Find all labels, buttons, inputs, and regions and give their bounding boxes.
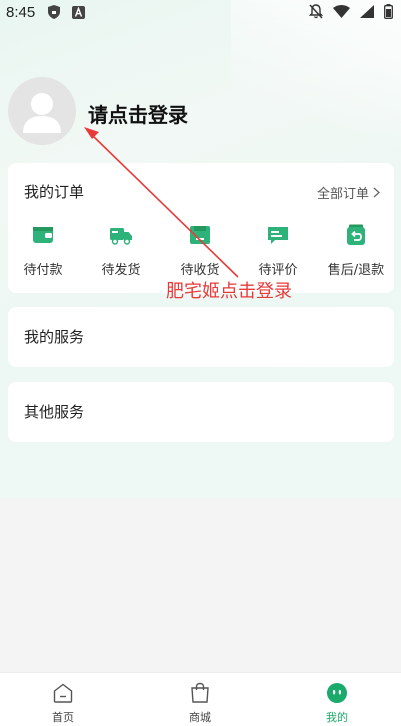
chevron-right-icon [373, 187, 380, 198]
order-pending-shipment[interactable]: 待发货 [86, 223, 156, 278]
annotation-text: 肥宅姬点击登录 [166, 281, 292, 302]
order-after-sales-label: 售后/退款 [327, 263, 385, 278]
tab-home[interactable]: 首页 [23, 681, 103, 725]
order-after-sales[interactable]: 售后/退款 [321, 223, 391, 278]
all-orders-label: 全部订单 [316, 187, 369, 202]
refund-icon [347, 224, 365, 245]
order-pending-review-label: 待评价 [258, 263, 298, 278]
order-pending-receipt-label: 待收货 [180, 263, 220, 278]
tab-mall[interactable]: 商城 [160, 681, 240, 725]
orders-title: 我的订单 [24, 183, 85, 201]
battery-icon [384, 4, 393, 23]
status-time: 8:45 [6, 3, 36, 21]
order-pending-shipment-label: 待发货 [101, 263, 141, 278]
status-icons [308, 4, 393, 23]
orders-card: 我的订单 全部订单 待付款 待发货 待收货 待评价 售后/退款 [8, 163, 394, 293]
mute-bell-icon [308, 4, 324, 23]
order-pending-payment-label: 待付款 [23, 263, 63, 278]
shield-icon [47, 5, 61, 19]
other-services-title: 其他服务 [24, 403, 85, 421]
tab-mall-label: 商城 [189, 711, 211, 724]
order-pending-receipt[interactable]: 待收货 [165, 223, 235, 278]
order-status-row: 待付款 待发货 待收货 待评价 售后/退款 [8, 223, 394, 283]
truck-icon [110, 228, 132, 245]
bottom-tab-bar: 首页 商城 我的 [0, 672, 401, 726]
user-placeholder-icon [23, 93, 61, 133]
box-icon [190, 226, 210, 244]
all-orders-link[interactable]: 全部订单 [317, 183, 380, 202]
home-icon [53, 683, 73, 703]
profile-icon [327, 683, 347, 703]
review-icon [268, 227, 288, 244]
other-services-card[interactable]: 其他服务 [8, 382, 394, 442]
wifi-icon [333, 5, 350, 22]
order-pending-review[interactable]: 待评价 [243, 223, 313, 278]
my-services-card[interactable]: 我的服务 [8, 307, 394, 367]
avatar[interactable] [8, 77, 76, 145]
text-a-icon [71, 5, 85, 19]
signal-icon [360, 5, 374, 22]
tab-mine-label: 我的 [326, 711, 348, 724]
bag-icon [191, 682, 209, 703]
login-prompt[interactable]: 请点击登录 [88, 99, 188, 128]
tab-mine[interactable]: 我的 [297, 681, 377, 725]
wallet-icon [33, 227, 53, 243]
order-pending-payment[interactable]: 待付款 [8, 223, 78, 278]
tab-home-label: 首页 [52, 711, 74, 724]
status-bar: 8:45 [0, 0, 401, 24]
my-services-title: 我的服务 [24, 328, 85, 346]
